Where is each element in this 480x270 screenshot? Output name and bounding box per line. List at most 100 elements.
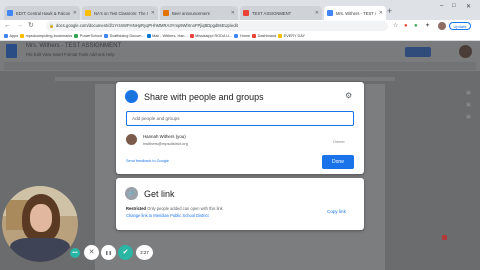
update-button[interactable]: Update	[449, 22, 471, 30]
docs-icon	[104, 34, 109, 38]
lock-icon: 🔒	[49, 23, 54, 28]
recorder-menu-button[interactable]: •••	[70, 248, 80, 258]
bookmark-label: EVERY DAY	[283, 34, 305, 38]
tab-close-icon[interactable]: ✕	[151, 10, 155, 16]
bookmark-item[interactable]: Scaffolding Docum...	[104, 34, 145, 38]
minimize-button[interactable]: –	[440, 3, 443, 9]
bookmark-apps[interactable]: Apps	[4, 34, 18, 38]
status-badge	[442, 235, 447, 240]
star-icon[interactable]: ☆	[393, 21, 398, 31]
bookmark-label: Home	[239, 34, 251, 38]
tab-close-icon[interactable]: ✕	[73, 10, 77, 16]
owner-name: Hannah Withers (you)	[143, 134, 186, 139]
get-link-card[interactable]: 🔗 Get link Restricted Only people added …	[116, 178, 364, 230]
send-feedback-link[interactable]: Send feedback to Google	[126, 159, 169, 163]
link-access-description: Restricted Only people added can open wi…	[126, 206, 223, 211]
reload-icon[interactable]: ↻	[28, 21, 34, 31]
bookmark-icon	[189, 34, 194, 38]
url-text: docs.google.com/document/d/1Yr4nWFHNHpRy…	[56, 23, 238, 28]
share-button-dimmed	[405, 47, 431, 57]
tab-favicon-icon	[163, 10, 169, 16]
restricted-label: Restricted	[126, 206, 147, 211]
bookmark-label: Apps	[9, 34, 19, 38]
bookmark-label: PowerSchool	[79, 34, 103, 38]
maximize-button[interactable]: □	[452, 3, 456, 9]
folder-icon	[20, 34, 25, 38]
tab-close-icon[interactable]: ✕	[315, 10, 319, 16]
tab-close-icon[interactable]: ✕	[379, 10, 383, 16]
bookmark-item[interactable]: PowerSchool	[74, 34, 102, 38]
docs-menu-bar: File Edit View Insert Format Tools Add-o…	[26, 52, 115, 57]
tab-title: EDIT: Central Hawk & Falcon	[16, 10, 70, 16]
calendar-icon: ▣	[466, 90, 471, 96]
tab-close-icon[interactable]: ✕	[231, 10, 235, 16]
tab-favicon-icon	[85, 10, 91, 16]
tab-title: Beer announcement	[172, 10, 210, 16]
browser-tab-1[interactable]: EDIT: Central Hawk & Falcon ✕	[4, 6, 80, 20]
bookmark-item[interactable]: mpsdcomputing-bookmarks	[20, 34, 72, 38]
get-link-title: Get link	[144, 189, 175, 199]
owner-role: Owner	[333, 139, 345, 144]
address-bar[interactable]: 🔒 docs.google.com/document/d/1Yr4nWFHNHp…	[46, 21, 388, 31]
bookmark-item[interactable]: Dashboard	[252, 34, 276, 38]
tab-favicon-icon	[7, 10, 13, 16]
new-tab-button[interactable]: +	[387, 7, 392, 16]
back-icon[interactable]: ←	[4, 21, 11, 31]
browser-tab-4[interactable]: TEST ASSIGNMENT ✕	[240, 6, 322, 20]
document-title: Mrs. Withers - TEST ASSIGNMENT	[26, 43, 122, 49]
copy-link-button[interactable]: Copy link	[327, 209, 346, 214]
bookmark-item[interactable]: Home	[234, 34, 250, 38]
bookmark-item[interactable]: Mississippi RODA Li...	[189, 34, 233, 38]
browser-tab-2[interactable]: NA's on Test Classrom: The Sci ✕	[82, 6, 158, 20]
recording-timer: 2:27	[136, 245, 153, 260]
bookmark-label: Dashboard	[257, 34, 277, 38]
tasks-icon: ▣	[466, 114, 471, 120]
add-person-icon: 👤	[125, 90, 138, 103]
bookmark-label: mpsdcomputing-bookmarks	[25, 34, 73, 38]
powerschool-icon	[74, 34, 79, 38]
restriction-text: Only people added can open with this lin…	[147, 206, 223, 211]
tab-title: Mrs. Withers - TEST ASSIGNMENT	[336, 10, 376, 16]
bookmark-item[interactable]: EVERY DAY	[278, 34, 305, 38]
avatar	[459, 45, 472, 58]
keep-icon: ▣	[466, 102, 471, 108]
forward-icon[interactable]: →	[16, 21, 23, 31]
google-docs-icon	[6, 44, 17, 58]
tab-title: NA's on Test Classrom: The Sci	[94, 10, 148, 16]
ruler	[55, 77, 395, 81]
extension-icon[interactable]: ●	[404, 21, 408, 31]
avatar	[126, 134, 137, 145]
apps-icon	[4, 34, 8, 38]
owner-email: hwithers@mpsdistrict.org	[143, 141, 188, 146]
browser-tab-3[interactable]: Beer announcement ✕	[160, 6, 238, 20]
presenter-face	[30, 204, 52, 232]
browser-tab-active[interactable]: Mrs. Withers - TEST ASSIGNMENT ✕	[324, 6, 386, 20]
pause-button[interactable]: ❚❚	[101, 245, 116, 260]
settings-gear-icon[interactable]: ⚙	[345, 91, 352, 101]
share-dialog-title: Share with people and groups	[144, 92, 264, 102]
change-link-link[interactable]: Change link to Meridian Public School Di…	[126, 213, 209, 218]
finish-recording-button[interactable]: ✔	[118, 245, 133, 260]
bookmark-label: Scaffolding Docum...	[109, 34, 145, 38]
bookmark-label: Mail - Withers, Han...	[152, 34, 188, 38]
puzzle-icon[interactable]: ✦	[425, 21, 430, 31]
share-dialog: 👤 Share with people and groups ⚙ Add peo…	[116, 82, 364, 174]
add-people-input[interactable]: Add people and groups	[126, 111, 354, 126]
extension-icon[interactable]: ●	[414, 21, 418, 31]
bookmarks-bar: Apps mpsdcomputing-bookmarks PowerSchool…	[0, 32, 480, 41]
close-window-button[interactable]: ✕	[466, 3, 471, 10]
tab-title: TEST ASSIGNMENT	[252, 10, 292, 16]
bookmark-item[interactable]: Mail - Withers, Han...	[146, 34, 188, 38]
link-icon: 🔗	[125, 187, 138, 200]
docs-toolbar	[4, 62, 476, 70]
done-button[interactable]: Done	[322, 155, 354, 169]
tab-favicon-icon	[243, 10, 249, 16]
profile-avatar[interactable]	[438, 22, 446, 30]
home-icon	[234, 34, 239, 38]
delete-recording-button[interactable]: ✕	[84, 245, 99, 260]
tab-strip: EDIT: Central Hawk & Falcon ✕ NA's on Te…	[0, 0, 480, 20]
webcam-bubble[interactable]	[2, 186, 78, 262]
folder-icon	[278, 34, 283, 38]
tab-favicon-icon	[327, 10, 333, 16]
bookmark-label: Mississippi RODA Li...	[195, 34, 233, 38]
